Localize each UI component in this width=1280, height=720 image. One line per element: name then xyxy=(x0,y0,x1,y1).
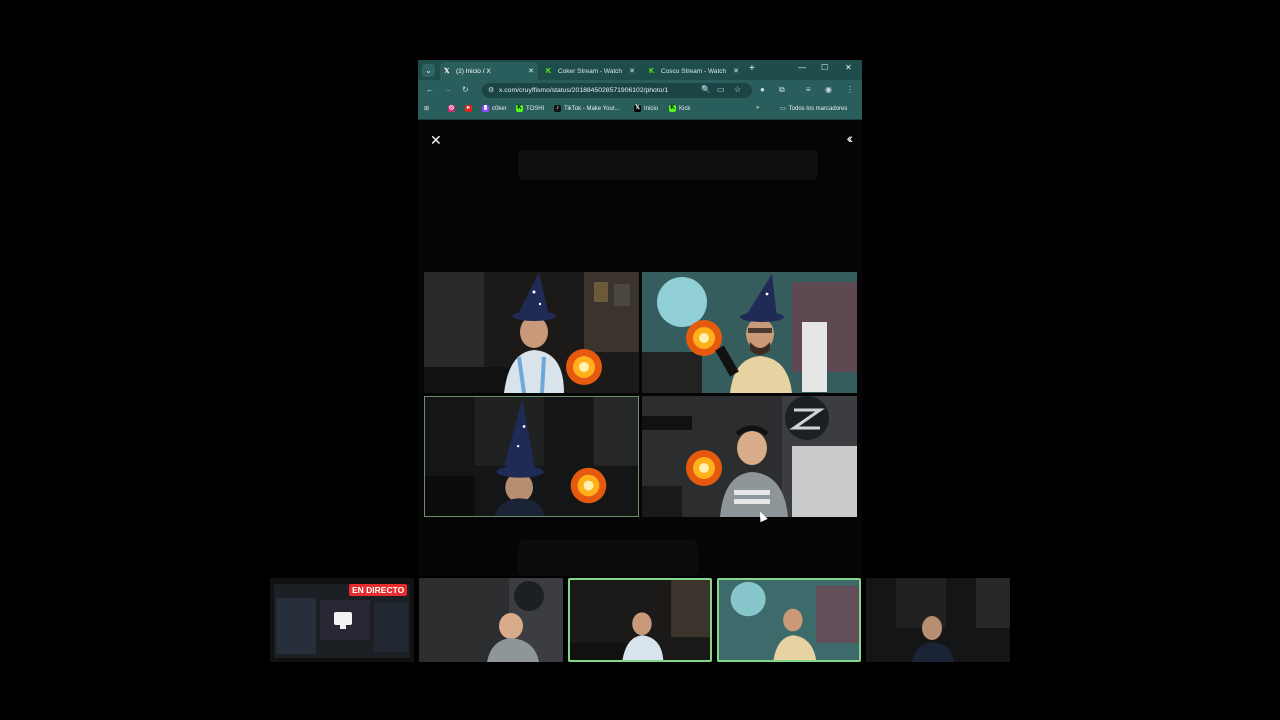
back-icon[interactable]: ← xyxy=(426,85,434,94)
reload-icon[interactable]: ↻ xyxy=(462,85,469,94)
twitch-icon: ▮ xyxy=(482,105,489,112)
photo-streamer-dark-room[interactable] xyxy=(424,396,639,517)
kick-logo-icon: K xyxy=(546,67,552,75)
bookmark-label: Kick xyxy=(679,105,691,112)
cast-icon[interactable]: ▭ xyxy=(717,85,725,94)
minimize-button[interactable]: — xyxy=(798,63,806,72)
bookmark-instagram[interactable]: ◎ xyxy=(448,105,458,112)
profile-avatar-icon[interactable]: ◉ xyxy=(825,85,832,94)
screen: ⌄ 𝕏 (2) Inicio / X ✕ K Coker Stream - Wa… xyxy=(0,0,1280,720)
background-post-media xyxy=(518,540,698,576)
bookmarks-overflow-button[interactable]: » xyxy=(756,105,759,111)
instagram-icon: ◎ xyxy=(448,105,455,112)
site-info-icon[interactable]: ⚙ xyxy=(488,83,494,98)
photo-viewer: ✕ ‹‹ xyxy=(418,120,862,576)
apps-grid-icon[interactable]: ⊞ xyxy=(424,105,429,112)
photo-streamer-gray-shirt[interactable] xyxy=(642,396,857,517)
tab-label: (2) Inicio / X xyxy=(456,67,491,75)
bookmark-tiktok[interactable]: ♪ TikTok - Make Your... xyxy=(554,105,619,112)
close-window-button[interactable]: ✕ xyxy=(845,63,852,72)
bookmark-label: TikTok - Make Your... xyxy=(564,105,620,112)
thumbnail-streamer-gray-shirt[interactable] xyxy=(419,578,563,662)
new-tab-button[interactable]: + xyxy=(749,63,755,74)
extensions-puzzle-icon[interactable]: ⧉ xyxy=(779,85,785,95)
media-control-icon[interactable]: ≡ xyxy=(806,85,811,94)
close-icon[interactable]: ✕ xyxy=(430,132,442,149)
bookmark-label: c0ker xyxy=(492,105,507,112)
all-bookmarks-folder[interactable]: ▭ Todos los marcadores xyxy=(780,105,848,113)
url-text: x.com/cruyffismo/status/2018845028571906… xyxy=(499,87,669,94)
photo-streamer-glasses-beard[interactable] xyxy=(642,272,857,393)
stream-thumbnail-strip: EN DIRECTO xyxy=(270,578,1010,662)
bookmark-label: TOSHI xyxy=(526,105,545,112)
forward-icon[interactable]: → xyxy=(444,85,452,94)
folder-icon: ▭ xyxy=(780,106,786,112)
tab-label: Coker Stream - Watch xyxy=(558,67,623,75)
browser-window: ⌄ 𝕏 (2) Inicio / X ✕ K Coker Stream - Wa… xyxy=(418,60,862,576)
double-chevron-icon[interactable]: ‹‹ xyxy=(847,130,854,146)
bookmark-label: Inicio xyxy=(644,105,659,112)
tab-close-icon[interactable]: ✕ xyxy=(629,67,635,75)
youtube-icon: ▸ xyxy=(465,105,472,112)
tab-coscu-stream[interactable]: K Coscu Stream - Watch ✕ xyxy=(645,62,743,80)
bookmark-c0ker[interactable]: ▮ c0ker xyxy=(482,105,507,112)
tab-close-icon[interactable]: ✕ xyxy=(733,67,739,75)
address-bar: ← → ↻ ⚙ x.com/cruyffismo/status/20188450… xyxy=(418,80,862,101)
x-logo-icon: 𝕏 xyxy=(634,105,641,112)
bookmark-star-icon[interactable]: ☆ xyxy=(734,85,741,94)
all-bookmarks-label: Todos los marcadores xyxy=(788,105,848,112)
live-badge: EN DIRECTO xyxy=(349,584,408,596)
kick-logo-icon: K xyxy=(649,67,655,75)
thumbnail-streamer-argentina-shirt[interactable] xyxy=(568,578,712,662)
tab-coker-stream[interactable]: K Coker Stream - Watch ✕ xyxy=(542,62,639,80)
extension-icon[interactable]: ● xyxy=(760,85,765,94)
thumbnail-streamer-dark-room[interactable] xyxy=(866,578,1010,662)
zoom-icon[interactable]: 🔍 xyxy=(701,85,711,94)
background-post-header xyxy=(518,150,818,180)
tab-label: Coscu Stream - Watch xyxy=(661,67,727,75)
thumbnail-streamer-glasses-beard[interactable] xyxy=(717,578,861,662)
bookmark-toshi[interactable]: K TOSHI xyxy=(516,105,544,112)
photo-grid xyxy=(424,272,858,518)
x-logo-icon: 𝕏 xyxy=(444,67,450,75)
tab-x-home[interactable]: 𝕏 (2) Inicio / X ✕ xyxy=(440,62,538,80)
bookmarks-bar: ⊞ ◎ ▸ ▮ c0ker K TOSHI ♪ TikTok - Make Your.… xyxy=(418,101,862,120)
tab-close-icon[interactable]: ✕ xyxy=(528,67,534,75)
browser-menu-icon[interactable]: ⋮ xyxy=(846,85,854,94)
bookmark-inicio[interactable]: 𝕏 Inicio xyxy=(634,105,658,112)
tab-bar: ⌄ 𝕏 (2) Inicio / X ✕ K Coker Stream - Wa… xyxy=(418,60,862,80)
kick-logo-icon: K xyxy=(669,105,676,112)
kick-logo-icon: K xyxy=(516,105,523,112)
tab-search-button[interactable]: ⌄ xyxy=(422,64,435,77)
maximize-button[interactable]: ☐ xyxy=(821,63,828,72)
url-field[interactable]: ⚙ x.com/cruyffismo/status/20188450285719… xyxy=(482,83,752,98)
tiktok-icon: ♪ xyxy=(554,105,561,112)
bookmark-youtube[interactable]: ▸ xyxy=(465,105,475,112)
thumbnail-screen-share[interactable]: EN DIRECTO xyxy=(270,578,414,662)
photo-streamer-argentina-shirt[interactable] xyxy=(424,272,639,393)
bookmark-kick[interactable]: K Kick xyxy=(669,105,690,112)
